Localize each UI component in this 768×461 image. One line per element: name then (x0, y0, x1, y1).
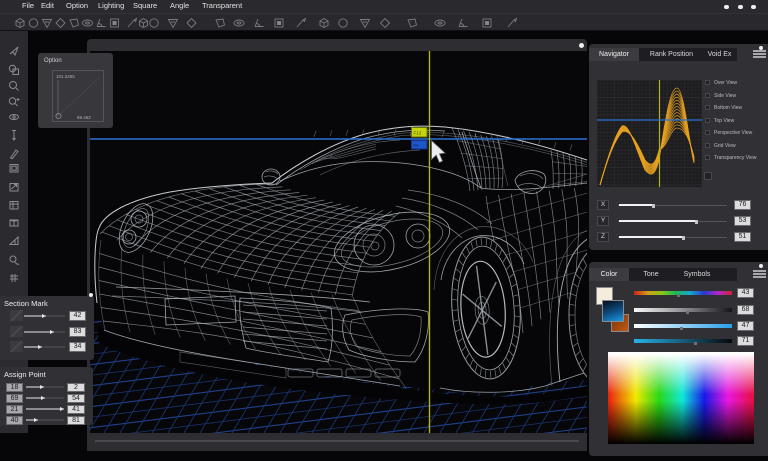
svg-text:101.2455: 101.2455 (56, 74, 75, 79)
svg-text:E4: E4 (414, 143, 420, 148)
svg-text:89.462: 89.462 (77, 115, 91, 120)
svg-text:F12: F12 (414, 131, 422, 136)
